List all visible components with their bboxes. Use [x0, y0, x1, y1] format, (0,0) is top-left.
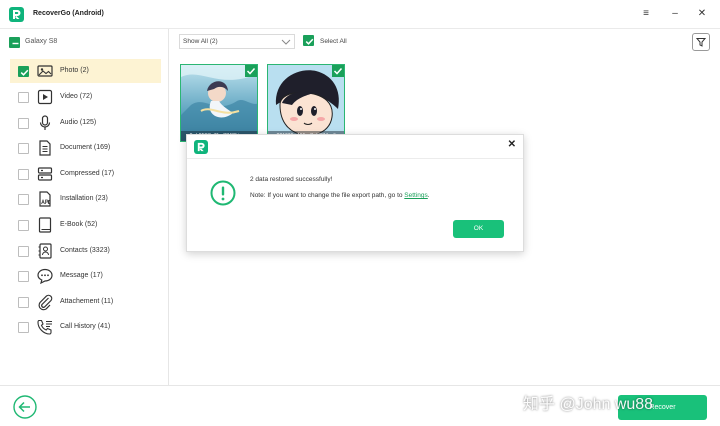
ebook-icon — [38, 217, 52, 233]
category-count: (23) — [95, 195, 108, 202]
close-window-icon[interactable]: ✕ — [696, 8, 708, 20]
dialog-close-icon[interactable]: ✕ — [508, 139, 516, 150]
category-checkbox[interactable] — [18, 194, 29, 205]
paperclip-icon — [38, 294, 53, 311]
device-row[interactable]: Galaxy S8 — [0, 29, 169, 55]
content-toolbar: Show All (2) Select All — [170, 29, 720, 55]
category-label: Installation — [60, 195, 94, 202]
category-count: (72) — [79, 93, 93, 100]
category-checkbox[interactable] — [18, 118, 29, 129]
device-name: Galaxy S8 — [25, 38, 58, 45]
note-suffix: . — [427, 192, 430, 199]
microphone-icon — [39, 115, 51, 130]
restore-success-dialog: ✕ 2 data restored successfully! Note: If… — [186, 134, 524, 252]
category-label: Compressed — [60, 170, 100, 177]
app-title: RecoverGo (Android) — [33, 10, 104, 17]
dialog-note: Note: If you want to change the file exp… — [250, 192, 430, 199]
category-label: Audio — [60, 119, 78, 126]
minimize-icon[interactable]: – — [669, 8, 681, 20]
device-checkbox[interactable] — [9, 37, 20, 48]
category-checkbox[interactable] — [18, 322, 29, 333]
compressed-icon — [37, 167, 53, 181]
category-checkbox[interactable] — [18, 220, 29, 231]
category-checkbox[interactable] — [18, 246, 29, 257]
category-label: Photo — [60, 67, 79, 74]
filter-icon — [696, 38, 706, 47]
category-count: (41) — [97, 323, 111, 330]
filter-button[interactable] — [692, 33, 710, 51]
category-ebook[interactable]: E-Book (52) — [10, 213, 161, 237]
back-arrow-icon[interactable] — [13, 395, 37, 419]
category-message[interactable]: Message (17) — [10, 264, 161, 288]
selected-check-icon[interactable] — [332, 65, 344, 77]
category-count: (2) — [80, 67, 89, 74]
category-count: (17) — [101, 170, 115, 177]
video-icon — [37, 89, 53, 105]
dropdown-value: Show All (2) — [183, 38, 218, 45]
category-count: (17) — [90, 272, 103, 279]
title-bar: RecoverGo (Android) ≡ – ✕ — [0, 0, 720, 29]
show-filter-dropdown[interactable]: Show All (2) — [179, 34, 295, 49]
contacts-icon — [38, 243, 52, 259]
category-document[interactable]: Document (169) — [10, 136, 161, 160]
selected-check-icon[interactable] — [245, 65, 257, 77]
category-attachement[interactable]: Attachement (11) — [10, 290, 161, 314]
category-compressed[interactable]: Compressed (17) — [10, 162, 161, 186]
document-icon — [39, 140, 51, 156]
category-checkbox[interactable] — [18, 66, 29, 77]
footer-bar: Recover 知乎 @John wu88 — [0, 385, 720, 426]
category-checkbox[interactable] — [18, 143, 29, 154]
app-logo-icon — [9, 7, 24, 22]
ok-button[interactable]: OK — [453, 220, 504, 238]
watermark-text: 知乎 @John wu88 — [523, 396, 654, 413]
category-count: (125) — [79, 119, 97, 126]
select-all-checkbox[interactable] — [303, 35, 314, 46]
call-history-icon — [37, 319, 52, 335]
category-label: E-Book — [60, 221, 83, 228]
chevron-down-icon — [281, 39, 291, 45]
category-label: Message — [60, 272, 89, 279]
category-installation[interactable]: Installation (23) — [10, 187, 161, 211]
photo-icon — [37, 65, 53, 77]
category-contacts[interactable]: Contacts (3323) — [10, 239, 161, 263]
app-logo-icon — [194, 140, 208, 154]
category-call-history[interactable]: Call History (41) — [10, 315, 161, 339]
message-icon — [37, 268, 53, 285]
category-count: (3323) — [89, 247, 110, 254]
category-label: Video — [60, 93, 78, 100]
category-label: Call History — [60, 323, 96, 330]
category-checkbox[interactable] — [18, 92, 29, 103]
category-count: (169) — [93, 144, 111, 151]
select-all-label: Select All — [320, 38, 347, 45]
category-count: (52) — [84, 221, 98, 228]
settings-link[interactable]: Settings — [404, 192, 428, 199]
category-checkbox[interactable] — [18, 169, 29, 180]
category-label: Document — [60, 144, 92, 151]
category-checkbox[interactable] — [18, 297, 29, 308]
exclamation-circle-icon — [210, 180, 236, 206]
category-label: Contacts — [60, 247, 88, 254]
menu-icon[interactable]: ≡ — [640, 8, 652, 20]
dialog-message: 2 data restored successfully! — [250, 176, 333, 183]
category-checkbox[interactable] — [18, 271, 29, 282]
sidebar: Galaxy S8 Photo (2) Video (72) Audio (12… — [0, 29, 169, 385]
apk-icon — [39, 191, 51, 207]
photo-thumbnail[interactable]: 20f486a461...8c0874.gif — [267, 64, 345, 142]
category-audio[interactable]: Audio (125) — [10, 111, 161, 135]
category-video[interactable]: Video (72) — [10, 85, 161, 109]
category-label: Attachement — [60, 298, 100, 305]
photo-thumbnail[interactable]: 0ab0593c7f...7743f.jpeg — [180, 64, 258, 142]
category-photo[interactable]: Photo (2) — [10, 59, 161, 83]
category-count: (11) — [101, 298, 114, 305]
note-text: Note: If you want to change the file exp… — [250, 192, 405, 199]
dialog-divider — [187, 158, 523, 159]
